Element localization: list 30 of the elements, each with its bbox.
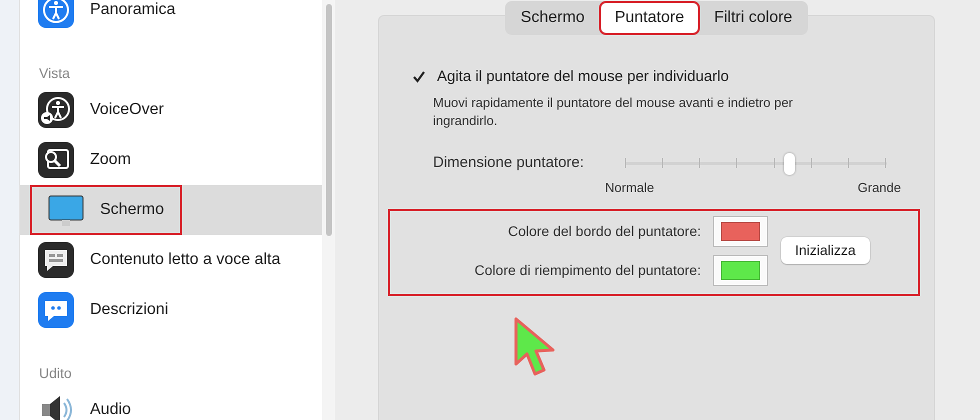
sidebar-item[interactable]: Zoom: [20, 135, 322, 185]
checkbox[interactable]: [411, 69, 427, 86]
size-slider[interactable]: [625, 153, 887, 174]
sidebar-item[interactable]: VoiceOver: [20, 85, 322, 135]
speech-bubble-icon: [38, 242, 74, 278]
tab[interactable]: Filtri colore: [700, 3, 806, 33]
slider-thumb[interactable]: [784, 153, 795, 176]
min-label: Normale: [605, 179, 654, 198]
slider-label: Dimensione puntatore:: [433, 152, 585, 173]
color-well[interactable]: [713, 216, 768, 247]
chat-bubble-icon: [38, 292, 74, 328]
sidebar-item[interactable]: Panoramica: [20, 0, 322, 35]
magnifier-icon: [38, 142, 74, 178]
sidebar-item[interactable]: Descrizioni: [20, 285, 322, 335]
sidebar-item[interactable]: Audio: [20, 385, 322, 420]
color-label: Colore di riempimento del puntatore:: [474, 260, 701, 280]
section-heading: Udito: [39, 365, 72, 381]
tab[interactable]: Puntatore: [600, 3, 698, 33]
color-label: Colore del bordo del puntatore:: [508, 222, 701, 241]
sidebar-item[interactable]: Schermo: [20, 185, 322, 235]
max-label: Grande: [858, 179, 901, 198]
checkbox-label: Agita il puntatore del mouse per individuarlo: [437, 67, 729, 87]
tab[interactable]: Schermo: [506, 3, 599, 33]
reset-button[interactable]: Inizializza: [781, 237, 870, 264]
section-heading: Vista: [39, 65, 70, 81]
description-text: Muovi rapidamente il puntatore del mouse avanti e indietro per ingrandirlo.: [432, 94, 794, 130]
scrollbar-thumb[interactable]: [326, 4, 332, 236]
sidebar-item[interactable]: Contenuto letto a voce alta: [20, 235, 322, 285]
color-well[interactable]: [713, 254, 768, 286]
voiceover-icon: [38, 92, 74, 128]
